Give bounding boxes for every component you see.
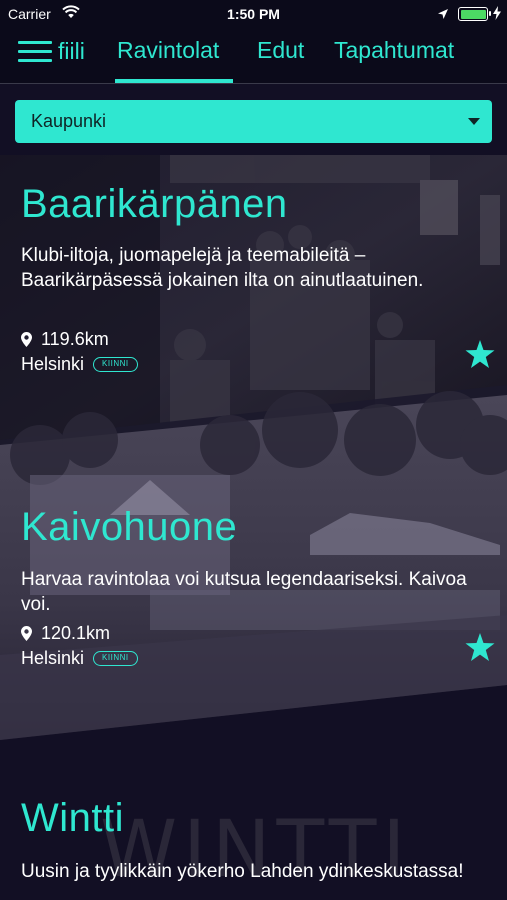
venue-distance: 120.1km xyxy=(21,622,110,644)
tab-edut[interactable]: Edut xyxy=(257,37,304,63)
star-icon[interactable] xyxy=(465,633,495,661)
venue-description: Klubi-iltoja, juomapelejä ja teemabileit… xyxy=(21,245,424,291)
top-navigation: fiili Ravintolat Edut Tapahtumat xyxy=(0,28,507,84)
venue-title[interactable]: Baarikärpänen xyxy=(21,181,288,227)
hamburger-icon xyxy=(18,40,52,62)
venue-location: Helsinki KIINNI xyxy=(21,353,138,375)
charging-icon xyxy=(493,6,501,23)
location-pin-icon xyxy=(21,331,32,347)
venue-description: Uusin ja tyylikkäin yökerho Lahden ydink… xyxy=(21,861,464,882)
location-pin-icon xyxy=(21,625,32,641)
app-logo: fiili xyxy=(58,38,85,64)
distance-label: 120.1km xyxy=(41,623,111,643)
venue-location: Helsinki KIINNI xyxy=(21,647,138,669)
active-tab-indicator xyxy=(115,79,233,83)
status-badge: KIINNI xyxy=(93,356,138,372)
venue-distance: 119.6km xyxy=(21,328,109,350)
chevron-down-icon xyxy=(468,118,480,125)
status-bar: Carrier 1:50 PM xyxy=(0,0,507,28)
menu-button[interactable]: fiili xyxy=(18,38,85,64)
tab-tapahtumat[interactable]: Tapahtumat xyxy=(334,37,454,63)
status-time: 1:50 PM xyxy=(227,6,280,22)
star-icon[interactable] xyxy=(465,340,495,368)
battery-icon xyxy=(458,7,491,21)
venue-card-kaivohuone[interactable]: Kaivohuone Harvaa ravintolaa voi kutsua … xyxy=(0,385,507,745)
venue-photo xyxy=(0,391,507,740)
venue-card-wintti[interactable]: WINTTI Wintti Uusin ja tyylikkäin yökerh… xyxy=(0,745,507,900)
city-dropdown-value: Kaupunki xyxy=(31,111,107,131)
distance-label: 119.6km xyxy=(41,329,109,349)
venue-description: Harvaa ravintolaa voi kutsua legendaaris… xyxy=(21,569,467,615)
tab-ravintolat[interactable]: Ravintolat xyxy=(117,37,219,63)
venue-title[interactable]: Wintti xyxy=(21,795,124,841)
city-label: Helsinki xyxy=(21,648,85,668)
status-badge: KIINNI xyxy=(93,650,138,666)
venue-title[interactable]: Kaivohuone xyxy=(21,504,237,550)
city-label: Helsinki xyxy=(21,354,85,374)
location-arrow-icon xyxy=(437,7,449,23)
city-dropdown[interactable]: Kaupunki xyxy=(15,100,492,143)
